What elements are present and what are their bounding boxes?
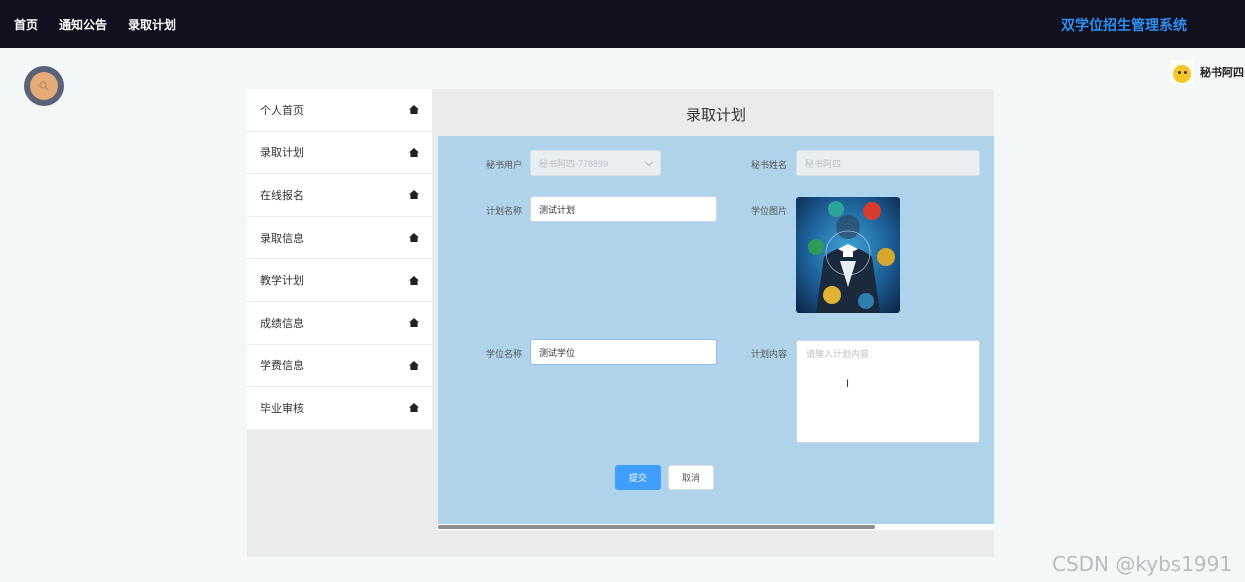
top-nav: 首页 通知公告 录取计划 xyxy=(14,0,176,48)
cancel-button[interactable]: 取消 xyxy=(668,465,714,490)
user-menu[interactable]: 秘书阿四 xyxy=(1170,60,1244,84)
sidebar-item-tuition[interactable]: 学费信息 xyxy=(247,344,432,388)
plan-name-input[interactable]: 测试计划 xyxy=(530,196,717,222)
sidebar-item-grades[interactable]: 成绩信息 xyxy=(247,301,432,345)
plan-form xyxy=(438,136,994,524)
sidebar-menu: 个人首页 录取计划 在线报名 录取信息 教学计划 成绩信息 学费信息 毕业审核 xyxy=(247,89,432,430)
secretary-user-value: 秘书阿四-778899 xyxy=(539,158,609,169)
home-icon xyxy=(409,403,419,413)
text-cursor-icon: I xyxy=(846,378,850,390)
sidebar-item-label: 在线报名 xyxy=(260,189,304,202)
degree-image-label: 学位图片 xyxy=(750,206,787,216)
submit-button[interactable]: 提交 xyxy=(615,465,661,490)
sidebar-item-home[interactable]: 个人首页 xyxy=(247,89,432,132)
secretary-name-placeholder: 秘书阿四 xyxy=(805,158,842,169)
chevron-down-icon xyxy=(644,157,654,167)
sidebar-item-admission-info[interactable]: 录取信息 xyxy=(247,216,432,260)
sidebar-item-teaching-plan[interactable]: 教学计划 xyxy=(247,259,432,302)
home-icon xyxy=(409,233,419,243)
plan-content-textarea[interactable]: 请输入计划内容 xyxy=(796,340,980,443)
sidebar-item-label: 教学计划 xyxy=(260,275,304,288)
home-icon xyxy=(409,275,419,285)
sidebar-item-admission-plan[interactable]: 录取计划 xyxy=(247,131,432,175)
degree-name-input[interactable]: 测试学位 xyxy=(530,339,717,365)
sidebar-item-label: 毕业审核 xyxy=(260,402,304,415)
sidebar-item-label: 成绩信息 xyxy=(260,317,304,330)
secretary-user-select[interactable]: 秘书阿四-778899 xyxy=(530,150,661,176)
user-name: 秘书阿四 xyxy=(1200,67,1244,79)
plan-name-label: 计划名称 xyxy=(485,206,522,216)
degree-name-value: 测试学位 xyxy=(539,347,576,358)
secretary-name-label: 秘书姓名 xyxy=(750,160,787,170)
home-icon xyxy=(409,190,419,200)
nav-admission-plan[interactable]: 录取计划 xyxy=(128,16,176,33)
home-icon xyxy=(409,147,419,157)
home-icon xyxy=(409,318,419,328)
watermark: CSDN @kybs1991 xyxy=(1052,552,1233,576)
nav-notices[interactable]: 通知公告 xyxy=(59,16,107,33)
nav-home[interactable]: 首页 xyxy=(14,16,38,33)
secretary-user-label: 秘书用户 xyxy=(485,160,522,170)
plan-content-label: 计划内容 xyxy=(750,349,787,359)
avatar xyxy=(1170,60,1194,84)
degree-image[interactable] xyxy=(796,197,900,313)
sidebar-item-label: 录取计划 xyxy=(260,147,304,160)
search-icon xyxy=(30,72,58,100)
scrollbar-thumb[interactable] xyxy=(438,525,875,529)
home-icon xyxy=(409,105,419,115)
system-title: 双学位招生管理系统 xyxy=(1061,17,1187,33)
search-toggle-button[interactable] xyxy=(24,66,64,106)
sidebar-item-label: 录取信息 xyxy=(260,232,304,245)
plan-content-placeholder: 请输入计划内容 xyxy=(806,349,870,359)
sidebar-item-label: 个人首页 xyxy=(260,104,304,117)
sidebar-item-online-signup[interactable]: 在线报名 xyxy=(247,174,432,217)
sidebar-item-label: 学费信息 xyxy=(260,360,304,373)
page-title: 录取计划 xyxy=(685,107,746,124)
top-navbar: 首页 通知公告 录取计划 双学位招生管理系统 xyxy=(0,0,1245,48)
home-icon xyxy=(409,360,419,370)
plan-name-value: 测试计划 xyxy=(539,204,576,215)
secretary-name-field[interactable]: 秘书阿四 xyxy=(796,150,980,176)
degree-name-label: 学位名称 xyxy=(485,349,522,359)
sidebar-item-graduation-review[interactable]: 毕业审核 xyxy=(247,387,432,430)
